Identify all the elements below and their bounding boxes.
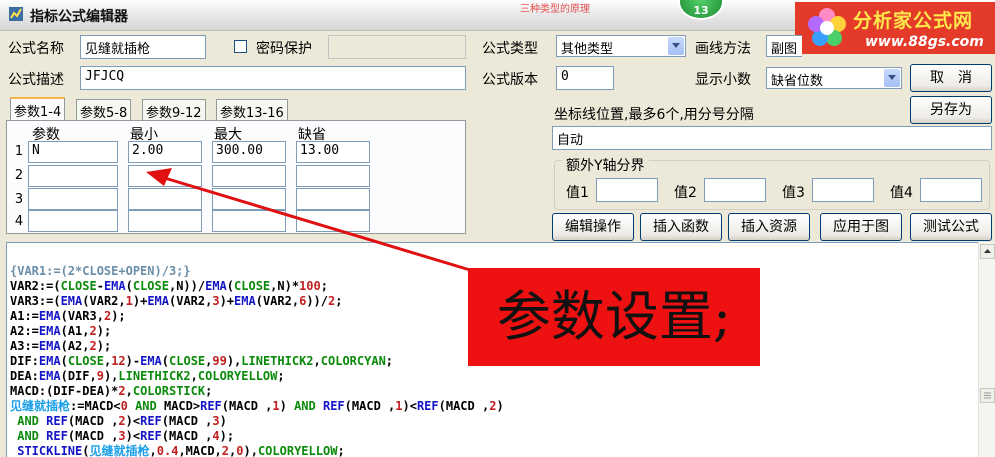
annotation-arrow-icon bbox=[146, 168, 471, 272]
